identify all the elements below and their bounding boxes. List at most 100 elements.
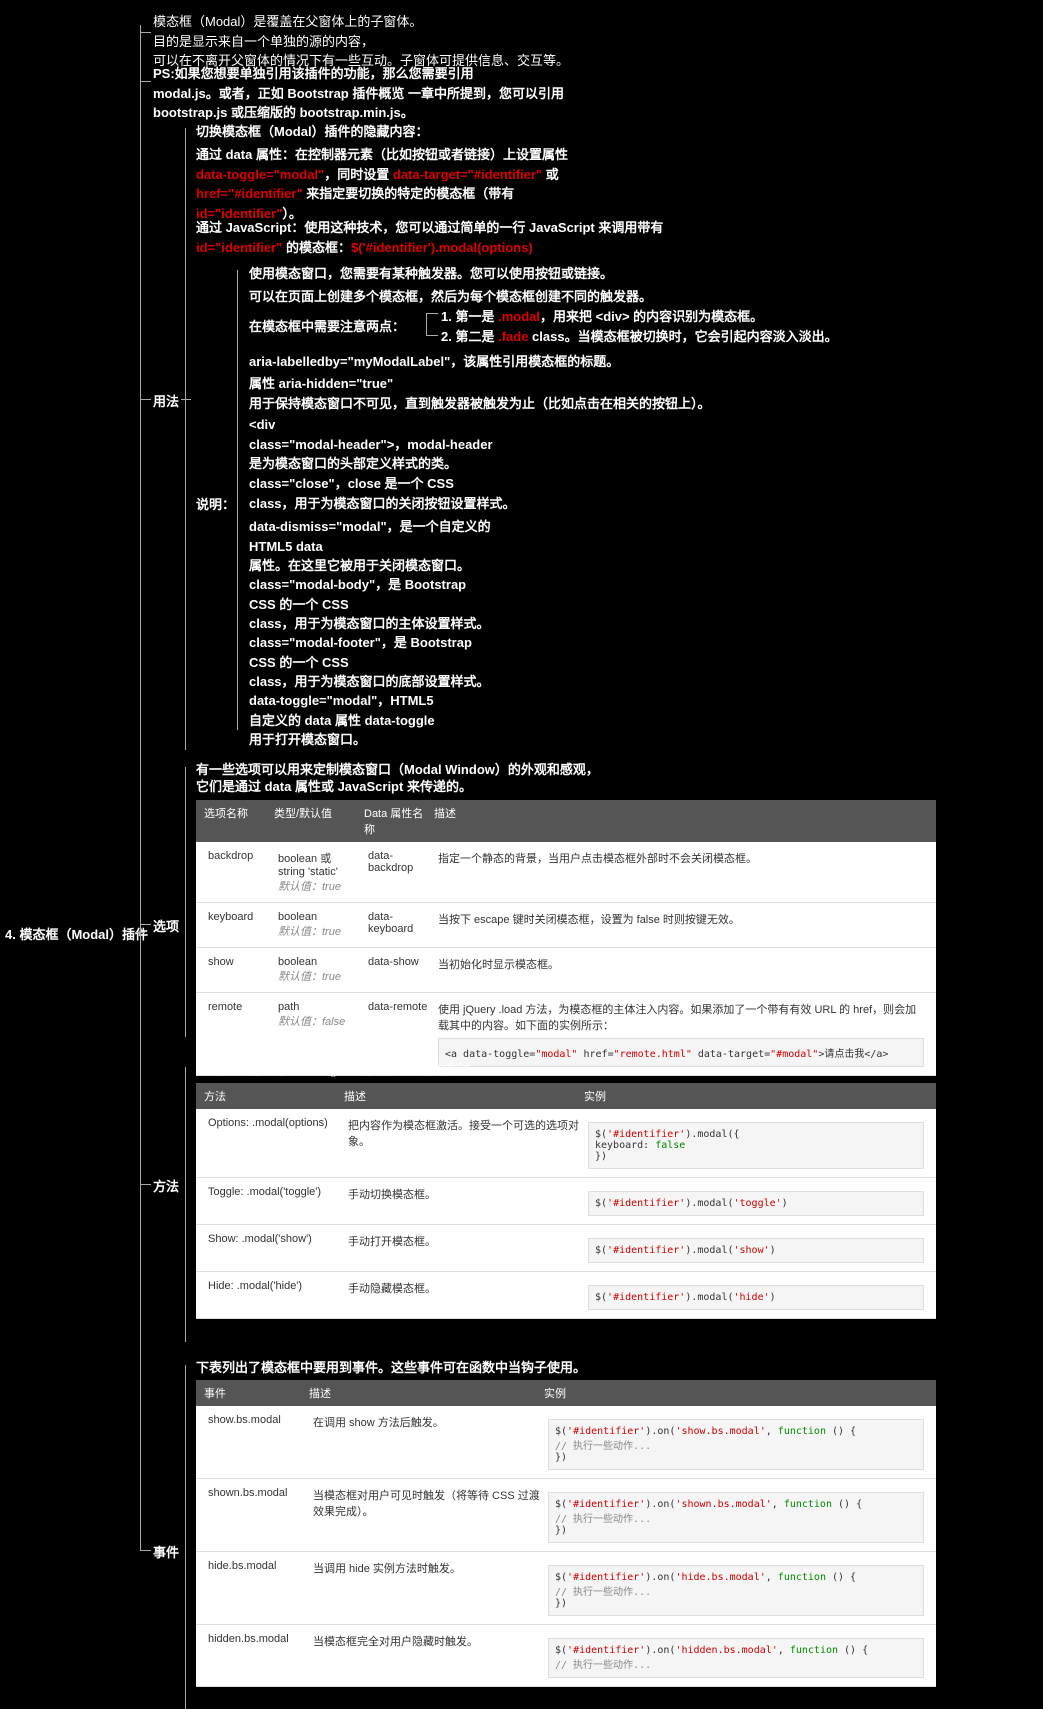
explain-item6: <div class="modal-header">，modal-header … — [249, 415, 649, 474]
events-title: 事件 — [153, 1543, 179, 1563]
opt-name: keyboard — [204, 909, 274, 941]
mth-code: $('#identifier').modal({keyboard: false}… — [584, 1115, 928, 1171]
js-attr-c1: id="identifier" — [196, 240, 282, 255]
js-attr-block: 通过 JavaScript：使用这种技术，您可以通过简单的一行 JavaScri… — [196, 218, 746, 257]
mth-h0: 方法 — [204, 1088, 344, 1104]
evt-desc: 当模态框完全对用户隐藏时触发。 — [309, 1631, 544, 1680]
switch-title: 切换模态框（Modal）插件的隐藏内容： — [196, 122, 429, 142]
mth-code: $('#identifier').modal('toggle') — [584, 1184, 928, 1218]
opt-h1: 类型/默认值 — [274, 805, 364, 837]
mth-method: Show: .modal('show') — [204, 1231, 344, 1265]
explain-item7: class="close"，close 是一个 CSS class，用于为模态窗… — [249, 474, 649, 513]
mth-desc: 手动打开模态框。 — [344, 1231, 584, 1265]
methods-title: 方法 — [153, 1177, 179, 1197]
item11-c2: 自定义的 data 属性 data-toggle — [249, 713, 435, 728]
table-row: keyboard boolean默认值：true data-keyboard 当… — [196, 903, 936, 948]
opt-attr: data-remote — [364, 999, 434, 1069]
item7-code: class="close"，close 是一个 CSS — [249, 476, 454, 491]
evt-event: hide.bs.modal — [204, 1558, 309, 1618]
table-row: hidden.bs.modal 当模态框完全对用户隐藏时触发。 $('#iden… — [196, 1625, 936, 1687]
mth-h1: 描述 — [344, 1088, 584, 1104]
explain-item3-prefix: 在模态框中需要注意两点： — [249, 317, 405, 337]
tree-intro-h — [140, 32, 151, 33]
explain-item2: 可以在页面上创建多个模态框，然后为每个模态框创建不同的触发器。 — [249, 287, 652, 307]
explain-title: 说明： — [196, 495, 235, 515]
item9-c2: CSS 的一个 CSS — [249, 597, 349, 612]
explain-item1: 使用模态窗口，您需要有某种触发器。您可以使用按钮或链接。 — [249, 264, 613, 284]
evt-event: hidden.bs.modal — [204, 1631, 309, 1680]
options-title: 选项 — [153, 917, 179, 937]
tree-ps-h — [140, 81, 151, 82]
item4-suf: ，该属性引用模态框的标题。 — [450, 354, 619, 369]
options-intro2: 它们是通过 data 属性或 JavaScript 来传递的。 — [196, 777, 472, 797]
mth-method: Options: .modal(options) — [204, 1115, 344, 1171]
evt-code: $('#identifier').on('show.bs.modal', fun… — [544, 1412, 928, 1472]
item4-code: aria-labelledby="myModalLabel" — [249, 354, 450, 369]
opt-attr: data-show — [364, 954, 434, 986]
ps-block: PS:如果您想要单独引用该插件的功能，那么您需要引用 modal.js。或者，正… — [153, 64, 593, 123]
data-attr-c3: href="#identifier" — [196, 186, 303, 201]
explain-item5: 属性 aria-hidden="true" 用于保持模态窗口不可见，直到触发器被… — [249, 374, 779, 413]
tree-methods-h — [140, 1184, 151, 1185]
explain-item3-sub2: 2. 第二是 .fade class。当模态框被切换时，它会引起内容淡入淡出。 — [441, 327, 838, 347]
mth-desc: 把内容作为模态框激活。接受一个可选的选项对象。 — [344, 1115, 584, 1171]
js-attr-prefix: 通过 JavaScript：使用这种技术，您可以通过简单的一行 JavaScri… — [196, 220, 663, 235]
opt-desc: 使用 jQuery .load 方法，为模态框的主体注入内容。如果添加了一个带有… — [434, 999, 928, 1069]
table-row: hide.bs.modal 当调用 hide 实例方法时触发。 $('#iden… — [196, 1552, 936, 1625]
item5-text: 用于保持模态窗口不可见，直到触发器被触发为止（比如点击在相关的按钮上）。 — [249, 396, 711, 411]
tree-sub-v — [426, 313, 427, 335]
explain-item3-sub1: 1. 第一是 .modal，用来把 <div> 的内容识别为模态框。 — [441, 307, 763, 327]
item8-t: 属性。在这里它被用于关闭模态窗口。 — [249, 558, 470, 573]
opt-type: boolean 或 string 'static'默认值：true — [274, 848, 364, 896]
tree-events-v — [185, 1365, 186, 1709]
opt-h2: Data 属性名称 — [364, 805, 434, 837]
opt-type: boolean默认值：true — [274, 954, 364, 986]
evt-code: $('#identifier').on('hide.bs.modal', fun… — [544, 1558, 928, 1618]
options-table-header: 选项名称 类型/默认值 Data 属性名称 描述 — [196, 800, 936, 842]
explain-item9: class="modal-body"，是 Bootstrap CSS 的一个 C… — [249, 575, 649, 634]
explain-item4: aria-labelledby="myModalLabel"，该属性引用模态框的… — [249, 352, 619, 372]
sub2-code: .fade — [498, 329, 528, 344]
item6-c1: <div — [249, 417, 275, 432]
data-attr-c2: data-target="#identifier" — [393, 167, 542, 182]
opt-attr: data-keyboard — [364, 909, 434, 941]
ps-text1: PS:如果您想要单独引用该插件的功能，那么您需要引用 — [153, 66, 474, 81]
tree-sub-h2 — [426, 335, 438, 336]
opt-h0: 选项名称 — [204, 805, 274, 837]
mth-h2: 实例 — [584, 1088, 928, 1104]
tree-methods-v — [185, 1067, 186, 1342]
item7-text: class，用于为模态窗口的关闭按钮设置样式。 — [249, 496, 516, 511]
opt-desc: 指定一个静态的背景，当用户点击模态框外部时不会关闭模态框。 — [434, 848, 928, 896]
evt-desc: 在调用 show 方法后触发。 — [309, 1412, 544, 1472]
sub2-pre: 2. 第二是 — [441, 329, 498, 344]
root-title: 4. 模态框（Modal）插件 — [5, 925, 148, 945]
evt-h0: 事件 — [204, 1385, 309, 1401]
item10-t: class，用于为模态窗口的底部设置样式。 — [249, 674, 490, 689]
evt-desc: 当模态框对用户可见时触发（将等待 CSS 过渡效果完成）。 — [309, 1485, 544, 1545]
intro-line1: 模态框（Modal）是覆盖在父窗体上的子窗体。 — [153, 14, 422, 29]
item6-text: 是为模态窗口的头部定义样式的类。 — [249, 456, 457, 471]
tree-root-h — [135, 932, 145, 933]
data-attr-m2: 或 — [542, 167, 559, 182]
methods-intro: 下面是一些可与 modal() 一起使用的有用的方法。 — [196, 1060, 484, 1080]
sub1-code: .modal — [498, 309, 540, 324]
mth-method: Toggle: .modal('toggle') — [204, 1184, 344, 1218]
item11-c: data-toggle="modal"，HTML5 — [249, 693, 434, 708]
usage-title: 用法 — [153, 392, 179, 412]
explain-item8: data-dismiss="modal"，是一个自定义的 HTML5 data … — [249, 517, 649, 576]
sub2-suf: class。当模态框被切换时，它会引起内容淡入淡出。 — [528, 329, 837, 344]
item5-code: 属性 aria-hidden="true" — [249, 376, 393, 391]
evt-h2: 实例 — [544, 1385, 928, 1401]
table-row: Show: .modal('show') 手动打开模态框。 $('#identi… — [196, 1225, 936, 1272]
opt-desc: 当初始化时显示模态框。 — [434, 954, 928, 986]
table-row: shown.bs.modal 当模态框对用户可见时触发（将等待 CSS 过渡效果… — [196, 1479, 936, 1552]
opt-name: show — [204, 954, 274, 986]
item8-c2: HTML5 data — [249, 539, 323, 554]
tree-main-v — [140, 25, 141, 1550]
table-row: backdrop boolean 或 string 'static'默认值：tr… — [196, 842, 936, 903]
events-intro: 下表列出了模态框中要用到事件。这些事件可在函数中当钩子使用。 — [196, 1358, 586, 1378]
tree-events-h — [140, 1550, 151, 1551]
data-attr-c1: data-toggle="modal" — [196, 167, 324, 182]
mth-code: $('#identifier').modal('show') — [584, 1231, 928, 1265]
opt-type: path默认值：false — [274, 999, 364, 1069]
